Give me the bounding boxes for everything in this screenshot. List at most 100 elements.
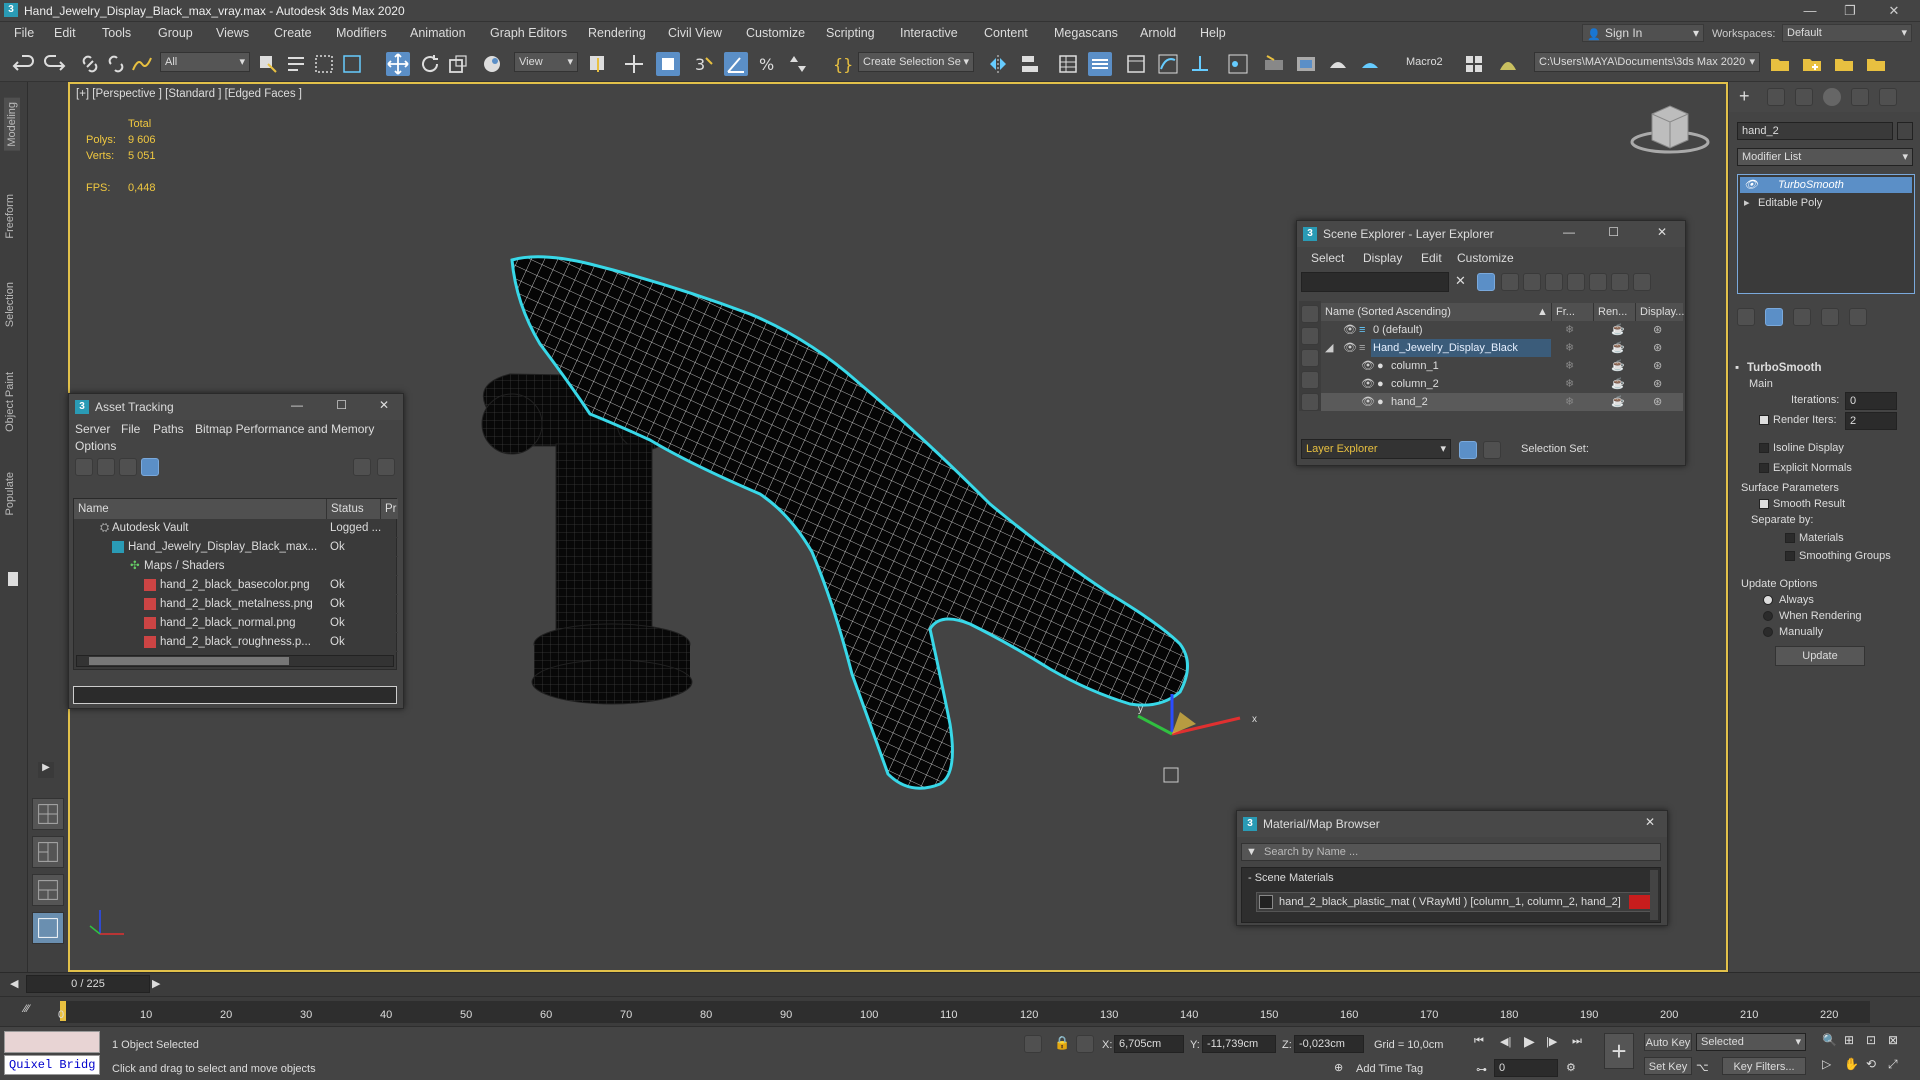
create-tab-icon[interactable]: + [1739, 86, 1750, 107]
rectangular-selection-icon[interactable] [312, 52, 336, 76]
rendered-frame-window-icon[interactable] [1294, 52, 1318, 76]
render-icon[interactable]: ☕ [1611, 375, 1625, 393]
list-item[interactable]: 👁 ≡ 0 (default) ❄ ☕ ⊛ [1321, 321, 1683, 339]
visibility-icon[interactable]: 👁 [1343, 339, 1357, 357]
update-button[interactable]: Update [1775, 646, 1865, 666]
quad-grid-icon[interactable] [1462, 52, 1486, 76]
menu-help[interactable]: Help [1200, 26, 1226, 40]
render-icon[interactable]: ☕ [1611, 321, 1625, 339]
grid-view-icon[interactable] [141, 458, 159, 476]
material-browser-window[interactable]: 3 Material/Map Browser ✕ ▼ Search by Nam… [1236, 810, 1668, 926]
menu-file[interactable]: File [14, 26, 34, 40]
bind-space-warp-icon[interactable] [130, 52, 154, 76]
time-slider-thumb[interactable]: 0 / 225 [26, 975, 150, 993]
mirror-icon[interactable] [986, 52, 1010, 76]
visibility-icon[interactable]: 👁 [1361, 393, 1375, 411]
zoom-icon[interactable]: 🔍 [1822, 1033, 1837, 1047]
field-of-view-icon[interactable]: ▷ [1822, 1057, 1831, 1071]
tab-freeform[interactable]: Freeform [4, 194, 16, 239]
layout-two-icon[interactable] [32, 874, 64, 906]
material-search-input[interactable]: ▼ Search by Name ... [1241, 843, 1661, 861]
timeline-ruler[interactable]: 0 10 20 30 40 50 60 70 80 90 100 110 120… [58, 1001, 1870, 1023]
edit-named-selection-icon[interactable]: {} [830, 52, 854, 76]
keyboard-shortcut-override-icon[interactable] [656, 52, 680, 76]
select-and-place-icon[interactable] [480, 52, 504, 76]
render-setup-icon[interactable] [1262, 52, 1286, 76]
configure-modifier-sets-icon[interactable] [1849, 308, 1867, 326]
turbosmooth-rollout-header[interactable]: ▪ TurboSmooth [1733, 362, 1917, 376]
render-activeshade-icon[interactable] [1358, 52, 1382, 76]
menu-rendering[interactable]: Rendering [588, 26, 646, 40]
iterations-spinner[interactable]: 0 [1845, 392, 1897, 410]
layer-highlight-icon[interactable] [1611, 273, 1629, 291]
freeze-icon[interactable]: ❄ [1565, 339, 1574, 357]
x-coordinate-field[interactable]: 6,705cm [1114, 1035, 1184, 1053]
menu-display[interactable]: Display [1363, 251, 1402, 265]
table-row[interactable]: hand_2_black_metalness.png Ok [74, 595, 398, 614]
stack-item[interactable]: 👁 TurboSmooth [1740, 177, 1912, 193]
always-radio[interactable]: Always [1763, 594, 1814, 606]
materials-checkbox[interactable]: Materials [1785, 532, 1844, 544]
material-item[interactable]: hand_2_black_plastic_mat ( VRayMtl ) [co… [1256, 892, 1654, 912]
menu-server[interactable]: Server [75, 422, 110, 436]
sign-in-dropdown[interactable]: 👤 Sign In ▾ [1582, 24, 1704, 42]
asset-tracking-window[interactable]: 3 Asset Tracking — ☐ ✕ Server File Paths… [68, 393, 404, 709]
modifier-list-dropdown[interactable]: Modifier List ▾ [1737, 148, 1913, 166]
maxscript-listener-top[interactable] [4, 1031, 100, 1053]
menu-paths[interactable]: Paths [153, 422, 184, 436]
help-icon[interactable] [353, 458, 371, 476]
render-iters-checkbox[interactable]: Render Iters: [1759, 414, 1837, 426]
layer-explorer-toggle-icon[interactable] [1459, 441, 1477, 459]
visibility-icon[interactable]: 👁 [1361, 357, 1375, 375]
auto-key-button[interactable]: Auto Key [1644, 1033, 1692, 1051]
menu-arnold[interactable]: Arnold [1140, 26, 1176, 40]
minimize-button[interactable]: — [291, 398, 303, 412]
menu-options[interactable]: Options [75, 439, 116, 453]
close-button[interactable]: ✕ [1645, 815, 1655, 829]
menu-edit[interactable]: Edit [1421, 251, 1442, 265]
column-proxy[interactable]: Pr [380, 499, 397, 519]
menu-customize[interactable]: Customize [1457, 251, 1514, 265]
align-icon[interactable] [1018, 52, 1042, 76]
list-item[interactable]: 👁 ● column_2 ❄ ☕ ⊛ [1321, 375, 1683, 393]
maximize-button[interactable]: ☐ [336, 398, 347, 412]
select-and-move-icon[interactable] [386, 52, 410, 76]
layout-single-icon[interactable] [32, 912, 64, 944]
column-freeze[interactable]: Fr... [1551, 303, 1575, 321]
project-toolbar-icon[interactable] [1864, 52, 1888, 76]
named-selection-set-dropdown[interactable]: Create Selection Se ▾ [858, 52, 974, 72]
menu-file[interactable]: File [121, 422, 140, 436]
menu-civil-view[interactable]: Civil View [668, 26, 722, 40]
spinner-snap-icon[interactable] [786, 52, 810, 76]
zoom-extents-all-icon[interactable]: ⊠ [1888, 1033, 1898, 1047]
asset-path-field[interactable] [73, 686, 397, 704]
menu-group[interactable]: Group [158, 26, 193, 40]
display-mode-icon[interactable]: ⊛ [1653, 321, 1662, 339]
key-filters-button[interactable]: Key Filters... [1722, 1057, 1806, 1075]
menu-tools[interactable]: Tools [102, 26, 131, 40]
menu-views[interactable]: Views [216, 26, 249, 40]
curve-editor-icon[interactable] [1156, 52, 1180, 76]
column-name[interactable]: Name [78, 499, 109, 519]
settings-icon[interactable] [377, 458, 395, 476]
modify-tab-icon[interactable] [1767, 88, 1785, 106]
schematic-view-icon[interactable] [1188, 52, 1212, 76]
search-options-icon[interactable]: ▼ [1246, 844, 1257, 860]
maximize-button[interactable]: ❐ [1830, 2, 1870, 20]
column-display[interactable]: Display... [1635, 303, 1684, 321]
layer-collapse-icon[interactable] [1567, 273, 1585, 291]
show-end-result-icon[interactable] [1765, 308, 1783, 326]
menu-create[interactable]: Create [274, 26, 312, 40]
table-row[interactable]: ⛭ Autodesk Vault Logged ... [74, 519, 398, 538]
maxscript-input[interactable]: Quixel Bridg [4, 1055, 100, 1075]
select-by-name-icon[interactable] [284, 52, 308, 76]
transform-gizmo[interactable] [1137, 694, 1241, 783]
remove-modifier-icon[interactable] [1821, 308, 1839, 326]
arnold-icon[interactable] [1496, 52, 1520, 76]
select-object-icon[interactable] [256, 52, 280, 76]
next-frame-icon[interactable]: |▶ [1546, 1035, 1557, 1048]
angle-snap-icon[interactable] [724, 52, 748, 76]
object-name-field[interactable]: hand_2 [1737, 122, 1893, 140]
tab-selection[interactable]: Selection [4, 282, 16, 327]
clear-search-icon[interactable]: ✕ [1455, 273, 1466, 289]
